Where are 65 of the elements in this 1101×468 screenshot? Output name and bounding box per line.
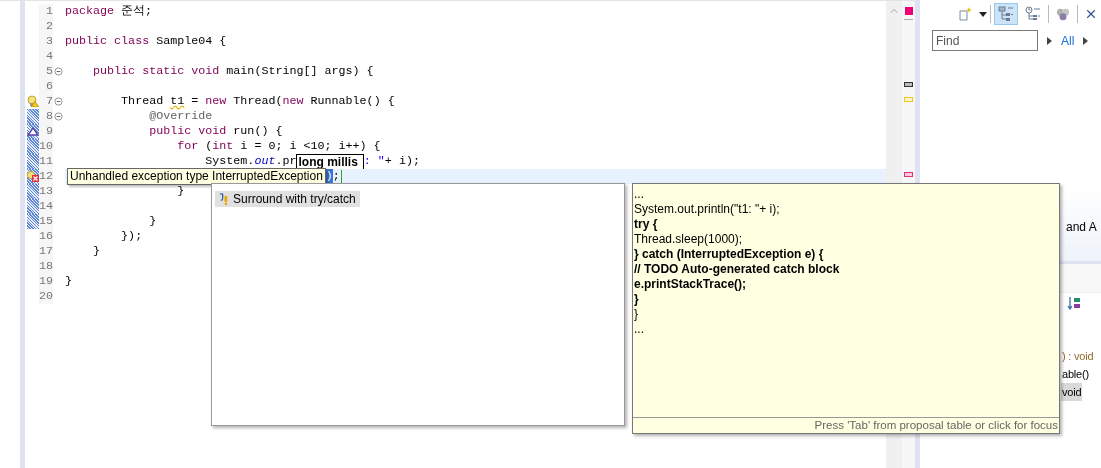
line-number: 4 (39, 49, 53, 64)
preview-line: System.out.println("t1: "+ i); (634, 202, 781, 217)
template-icon (219, 192, 230, 206)
focus-hint: Press 'Tab' from proposal table or click for focus (633, 417, 1059, 433)
code-line: }); (120, 229, 143, 244)
collapse-icon[interactable] (53, 97, 63, 106)
line-number: 2 (39, 19, 53, 34)
code-line: } (176, 184, 185, 199)
code-line: } (148, 214, 157, 229)
line-number: 17 (39, 244, 53, 259)
line-number: 8 (39, 109, 53, 124)
line-number: 18 (39, 259, 53, 274)
line-number: 11 (39, 154, 53, 169)
proposal-item[interactable]: Surround with try/catch (215, 191, 360, 207)
hierarchy-button[interactable] (994, 3, 1018, 25)
annotation-mark[interactable] (904, 172, 913, 177)
line-number: 14 (39, 199, 53, 214)
line-number: 7 (39, 94, 53, 109)
code-line: public class Sample04 { (65, 34, 227, 49)
close-icon[interactable] (1085, 8, 1097, 20)
panel-title: and A (1066, 220, 1097, 234)
preview-line: // TODO Auto-generated catch block (634, 262, 841, 277)
error-status-marker[interactable] (904, 7, 913, 15)
preview-line: ... (634, 322, 645, 337)
annotation-mark[interactable] (904, 82, 913, 87)
line-number: 1 (39, 4, 53, 19)
code-line: for (int i = 0; i <10; i++) { (176, 139, 381, 154)
line-number: 19 (39, 274, 53, 289)
line-number: 20 (39, 289, 53, 304)
collapse-icon[interactable] (53, 67, 63, 76)
outline-item[interactable]: able() (1061, 365, 1090, 383)
code-line: Thread t1 = new Thread(new Runnable() { (120, 94, 395, 109)
line-number: 13 (39, 184, 53, 199)
warning-bulb-icon[interactable] (27, 95, 39, 107)
line-number: 9 (39, 124, 53, 139)
find-field[interactable]: Find (932, 30, 1038, 51)
preview-line: Thread.sleep(1000); (634, 232, 744, 247)
play-arrow-icon[interactable] (1083, 36, 1089, 45)
code-line: public void run() { (148, 124, 283, 139)
all-link[interactable]: All (1061, 33, 1075, 48)
code-line: @Override (148, 109, 213, 124)
code-line: } (92, 244, 101, 259)
preview-line: try { (634, 217, 659, 232)
sort-icon[interactable] (1067, 296, 1081, 310)
line-number: 3 (39, 34, 53, 49)
dropdown-caret-icon[interactable] (979, 11, 987, 17)
line-number: 15 (39, 214, 53, 229)
preview-line: ... (634, 187, 645, 202)
preview-line: e.printStackTrace(); (634, 277, 748, 292)
play-arrow-icon[interactable] (1047, 36, 1052, 45)
preview-line: } catch (InterruptedException e) { (634, 247, 825, 262)
collapse-icon[interactable] (53, 112, 63, 121)
line-number: 6 (39, 79, 53, 94)
code-line: Unhandled exception type InterruptedException ); (65, 169, 342, 184)
preview-line: } (634, 292, 640, 307)
preview-line: } (634, 307, 639, 322)
line-number: 5 (39, 64, 53, 79)
outline-item[interactable]: void (1061, 383, 1083, 401)
line-number: 12 (39, 169, 53, 184)
line-number: 10 (39, 139, 53, 154)
code-line: public static void main(String[] args) { (92, 64, 374, 79)
line-number: 16 (39, 229, 53, 244)
code-line: } (65, 274, 72, 289)
code-line: package 준석; (65, 4, 153, 19)
outline-item[interactable]: ) : void (1061, 347, 1095, 365)
